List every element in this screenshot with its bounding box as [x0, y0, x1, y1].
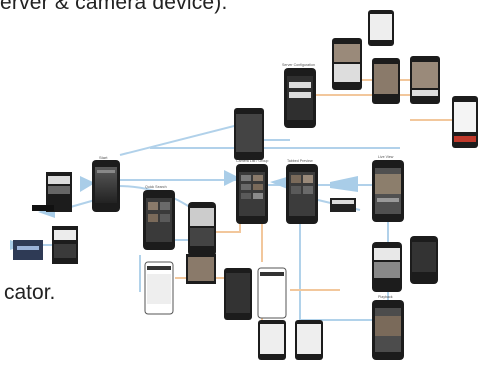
screen-search-b [188, 202, 216, 256]
screen-config-e [410, 56, 440, 104]
screen-label-playback: Playback [378, 295, 393, 299]
screen-list-c [258, 320, 286, 360]
screen-live-detail-b [410, 236, 438, 284]
screen-list-d [295, 320, 323, 360]
screen-config-c [368, 10, 394, 46]
connector [119, 124, 239, 156]
screen-label-live-view: Live View [378, 155, 394, 159]
screen-camera-list [236, 164, 268, 224]
screen-config-b [332, 38, 362, 90]
screen-live-view [372, 160, 404, 222]
screen-search-d [144, 261, 174, 315]
app-flow-diagram: Start Camera List / Group Tabbed Preview… [10, 10, 478, 360]
connector [299, 220, 372, 321]
screen-config-d [372, 58, 400, 104]
screen-label-tabbed-preview: Tabbed Preview [287, 159, 313, 163]
screen-label-quick-search: Quick Search [145, 185, 167, 189]
screen-config-f [452, 96, 478, 148]
screen-list-b [257, 267, 287, 319]
screen-label-start: Start [99, 155, 108, 160]
screen-search-c [186, 254, 216, 284]
screen-label-server-config: Server Configuration [282, 63, 315, 67]
screen-quick-search [143, 190, 175, 250]
screen-config-a [234, 108, 264, 160]
screen-tabbed-preview [286, 164, 318, 224]
arrow [330, 176, 358, 192]
screen-list-a [224, 268, 252, 320]
screen-server-config [284, 68, 316, 128]
screen-start [92, 160, 120, 212]
screen-settings-small [13, 240, 43, 260]
screen-live-detail-a [372, 242, 402, 292]
screen-playback [372, 300, 404, 360]
screen-login-b [32, 205, 54, 211]
screen-snapshot [330, 198, 356, 212]
screen-login-c [52, 226, 78, 264]
